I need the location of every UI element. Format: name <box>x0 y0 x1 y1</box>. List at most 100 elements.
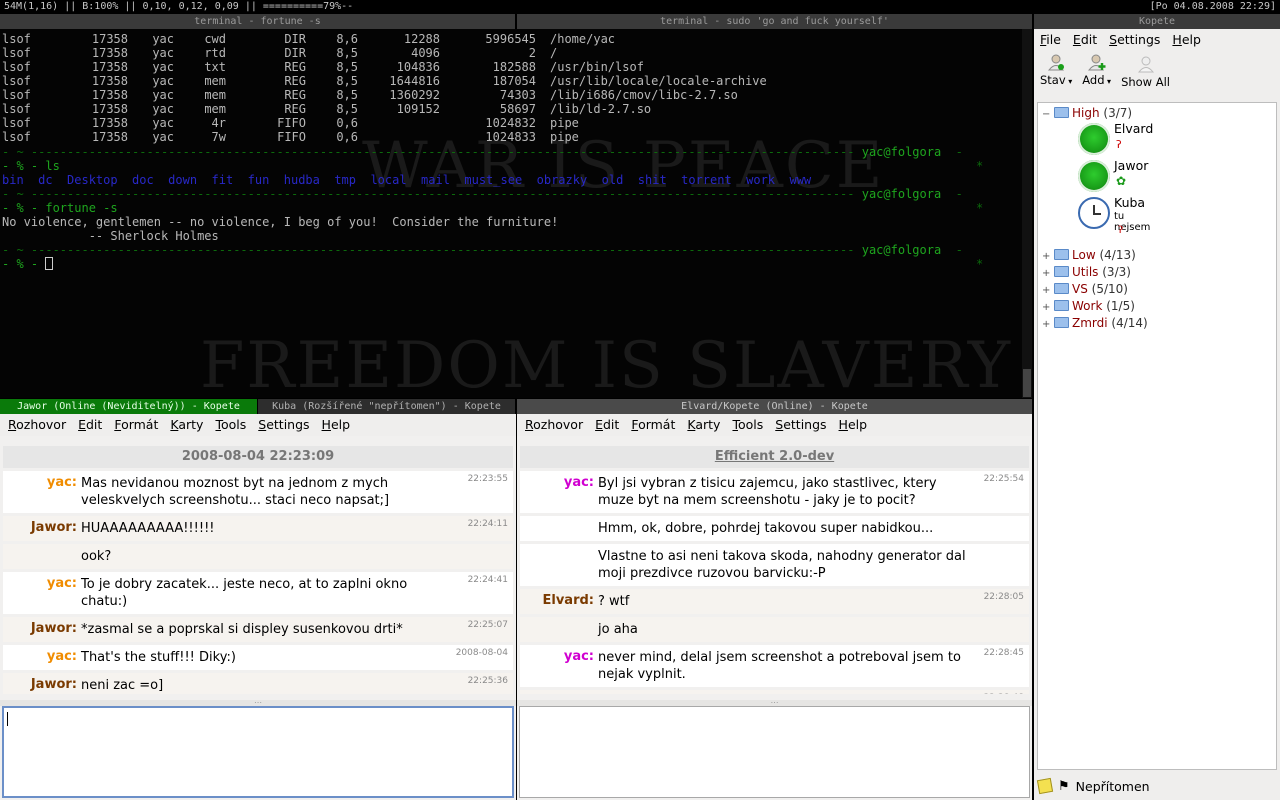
chat-message: yac: Mas nevidanou moznost byt na jednom … <box>3 471 513 513</box>
menu-tools[interactable]: Tools <box>209 414 252 436</box>
group-work[interactable]: + Work (1/5) <box>1042 298 1135 314</box>
chat-menubar: Rozhovor Edit Formát Karty Tools Setting… <box>517 414 1032 436</box>
message-nick: yac: <box>46 475 77 490</box>
add-button[interactable]: Add ▾ <box>1082 53 1111 93</box>
message-text: Hmm, ok, dobre, pohrdej takovou super na… <box>598 521 934 536</box>
chat-message: Hmm, ok, dobre, pohrdej takovou super na… <box>520 516 1029 541</box>
chat-menubar: Rozhovor Edit Formát Karty Tools Setting… <box>0 414 516 436</box>
menu-help[interactable]: Help <box>833 414 874 436</box>
menu-settings[interactable]: Settings <box>769 414 832 436</box>
message-nick: yac: <box>563 649 594 664</box>
message-nick: Jawor: <box>30 621 77 636</box>
message-text: never mind, delal jsem screenshot a potr… <box>598 650 961 682</box>
chat-tab-elvard[interactable]: Elvard/Kopete (Online) - Kopete <box>517 399 1032 414</box>
menu-format[interactable]: Formát <box>108 414 164 436</box>
menu-edit[interactable]: Edit <box>589 414 625 436</box>
protocol-icon: ʔ <box>1118 225 1124 236</box>
prompt-separator: - ~ ------------------------------------… <box>2 145 963 159</box>
message-input[interactable] <box>519 706 1030 798</box>
chat-tab-kuba[interactable]: Kuba (Rozšířené "nepřítomen") - Kopete <box>258 399 515 414</box>
status-button[interactable]: Stav ▾ <box>1040 53 1072 93</box>
group-high[interactable]: − High (3/7) <box>1042 105 1132 121</box>
menu-edit[interactable]: Edit <box>72 414 108 436</box>
menu-karty[interactable]: Karty <box>164 414 209 436</box>
expand-icon[interactable]: + <box>1042 249 1054 265</box>
group-utils[interactable]: + Utils (3/3) <box>1042 264 1131 280</box>
group-vs[interactable]: + VS (5/10) <box>1042 281 1128 297</box>
chat-message: Jawor: HUAAAAAAAAA!!!!!! 22:24:11 <box>3 516 513 541</box>
flag-icon[interactable]: ⚑ <box>1058 779 1070 794</box>
show-all-button[interactable]: Show All <box>1121 55 1170 93</box>
terminal[interactable]: WAR IS PEACE FREEDOM IS SLAVERY lsof 1735… <box>0 29 1032 398</box>
message-nick: Elvard: <box>542 593 595 608</box>
system-status-bar: 54M(1,16) || B:100% || 0,10, 0,12, 0,09 … <box>0 0 1280 14</box>
message-text: To je dobry zacatek... jeste neco, at to… <box>81 577 408 609</box>
command-fortune: - % - fortune -s * <box>2 201 984 215</box>
message-time: 22:23:55 <box>467 474 508 484</box>
expand-icon[interactable]: + <box>1042 317 1054 333</box>
menu-format[interactable]: Formát <box>625 414 681 436</box>
menu-help[interactable]: Help <box>1166 29 1207 51</box>
message-time: 2008-08-04 <box>455 648 508 658</box>
clock: [Po 04.08.2008 22:29] <box>1149 1 1276 12</box>
message-time: 22:24:11 <box>467 519 508 529</box>
lsof-row: lsof 17358 yac mem REG 8,5 1644816 187054/usr/l… <box>2 74 767 88</box>
global-status[interactable]: Nepřítomen <box>1076 779 1150 794</box>
notes-icon[interactable] <box>1036 777 1054 795</box>
message-text: Byl jsi vybran z tisicu zajemcu, jako st… <box>598 476 937 508</box>
wallpaper-text-war-is-peace: WAR IS PEACE <box>362 129 885 203</box>
chat-message: Elvard:delas curakoviny :) pak posli lin… <box>520 690 1029 694</box>
chat-message: Jawor: *zasmal se a poprskal si displey s… <box>3 617 513 642</box>
menu-file[interactable]: File <box>1034 29 1067 51</box>
expand-icon[interactable]: + <box>1042 300 1054 316</box>
group-low[interactable]: + Low (4/13) <box>1042 247 1136 263</box>
current-prompt[interactable]: - % - * <box>2 257 983 271</box>
message-text: HUAAAAAAAAA!!!!!! <box>81 521 215 536</box>
lsof-row: lsof 17358 yac 7w FIFO 0,6 1024833 pipe <box>2 130 579 144</box>
show-all-icon <box>1137 56 1154 73</box>
kopete-toolbar: Stav ▾ Add ▾ Show All <box>1034 51 1280 93</box>
kopete-titlebar[interactable]: Kopete <box>1034 14 1280 29</box>
user-status-icon <box>1048 54 1065 71</box>
menu-karty[interactable]: Karty <box>681 414 726 436</box>
contact-list[interactable]: − High (3/7) Elvard ʔ Jawor ✿ Kuba tu nej… <box>1037 102 1277 770</box>
menu-edit[interactable]: Edit <box>1067 29 1103 51</box>
menu-settings[interactable]: Settings <box>1103 29 1166 51</box>
message-nick: Jawor: <box>30 520 77 535</box>
scrollbar-thumb[interactable] <box>1023 369 1031 397</box>
expand-icon[interactable]: + <box>1042 266 1054 282</box>
message-time: 22:28:45 <box>983 648 1024 658</box>
message-time: 22:28:05 <box>983 592 1024 602</box>
terminal2-title: terminal - sudo 'go and fuck yourself' <box>660 16 889 27</box>
message-input[interactable] <box>2 706 514 798</box>
terminal-scrollbar[interactable] <box>1022 29 1032 398</box>
message-nick <box>520 520 598 537</box>
away-clock-icon <box>1078 197 1110 229</box>
terminal-cursor <box>45 257 54 270</box>
menu-rozhovor[interactable]: Rozhovor <box>2 414 72 436</box>
terminal1-titlebar[interactable]: terminal - fortune -s <box>0 14 515 29</box>
system-stats: 54M(1,16) || B:100% || 0,10, 0,12, 0,09 … <box>4 1 354 12</box>
menu-tools[interactable]: Tools <box>726 414 769 436</box>
menu-rozhovor[interactable]: Rozhovor <box>519 414 589 436</box>
lsof-row: lsof 17358 yac mem REG 8,5 1360292 74303/lib/i6… <box>2 88 738 102</box>
contact-name: Elvard <box>1114 121 1154 136</box>
lsof-row: lsof 17358 yac rtd DIR 8,5 4096 2/ <box>2 46 558 60</box>
chat-tab-jawor-label: Jawor (Online (Neviditelný)) - Kopete <box>17 401 240 412</box>
message-nick: yac: <box>563 475 594 490</box>
menu-help[interactable]: Help <box>316 414 357 436</box>
menu-settings[interactable]: Settings <box>252 414 315 436</box>
group-zmrdi[interactable]: + Zmrdi (4/14) <box>1042 315 1148 331</box>
collapse-icon[interactable]: − <box>1042 107 1054 123</box>
expand-icon[interactable]: + <box>1042 283 1054 299</box>
online-status-icon <box>1078 160 1110 192</box>
chat-message: yac: Byl jsi vybran z tisicu zajemcu, jak… <box>520 471 1029 513</box>
prompt-separator-2: - ~ ------------------------------------… <box>2 187 963 201</box>
message-time: 22:28:48 <box>984 693 1024 694</box>
message-text: ook? <box>81 549 112 564</box>
folder-icon <box>1054 300 1069 311</box>
terminal2-titlebar[interactable]: terminal - sudo 'go and fuck yourself' <box>517 14 1032 29</box>
chat-window-elvard: Rozhovor Edit Formát Karty Tools Setting… <box>517 414 1032 800</box>
chat-message: ook? <box>3 544 513 569</box>
chat-tab-jawor[interactable]: Jawor (Online (Neviditelný)) - Kopete <box>0 399 257 414</box>
